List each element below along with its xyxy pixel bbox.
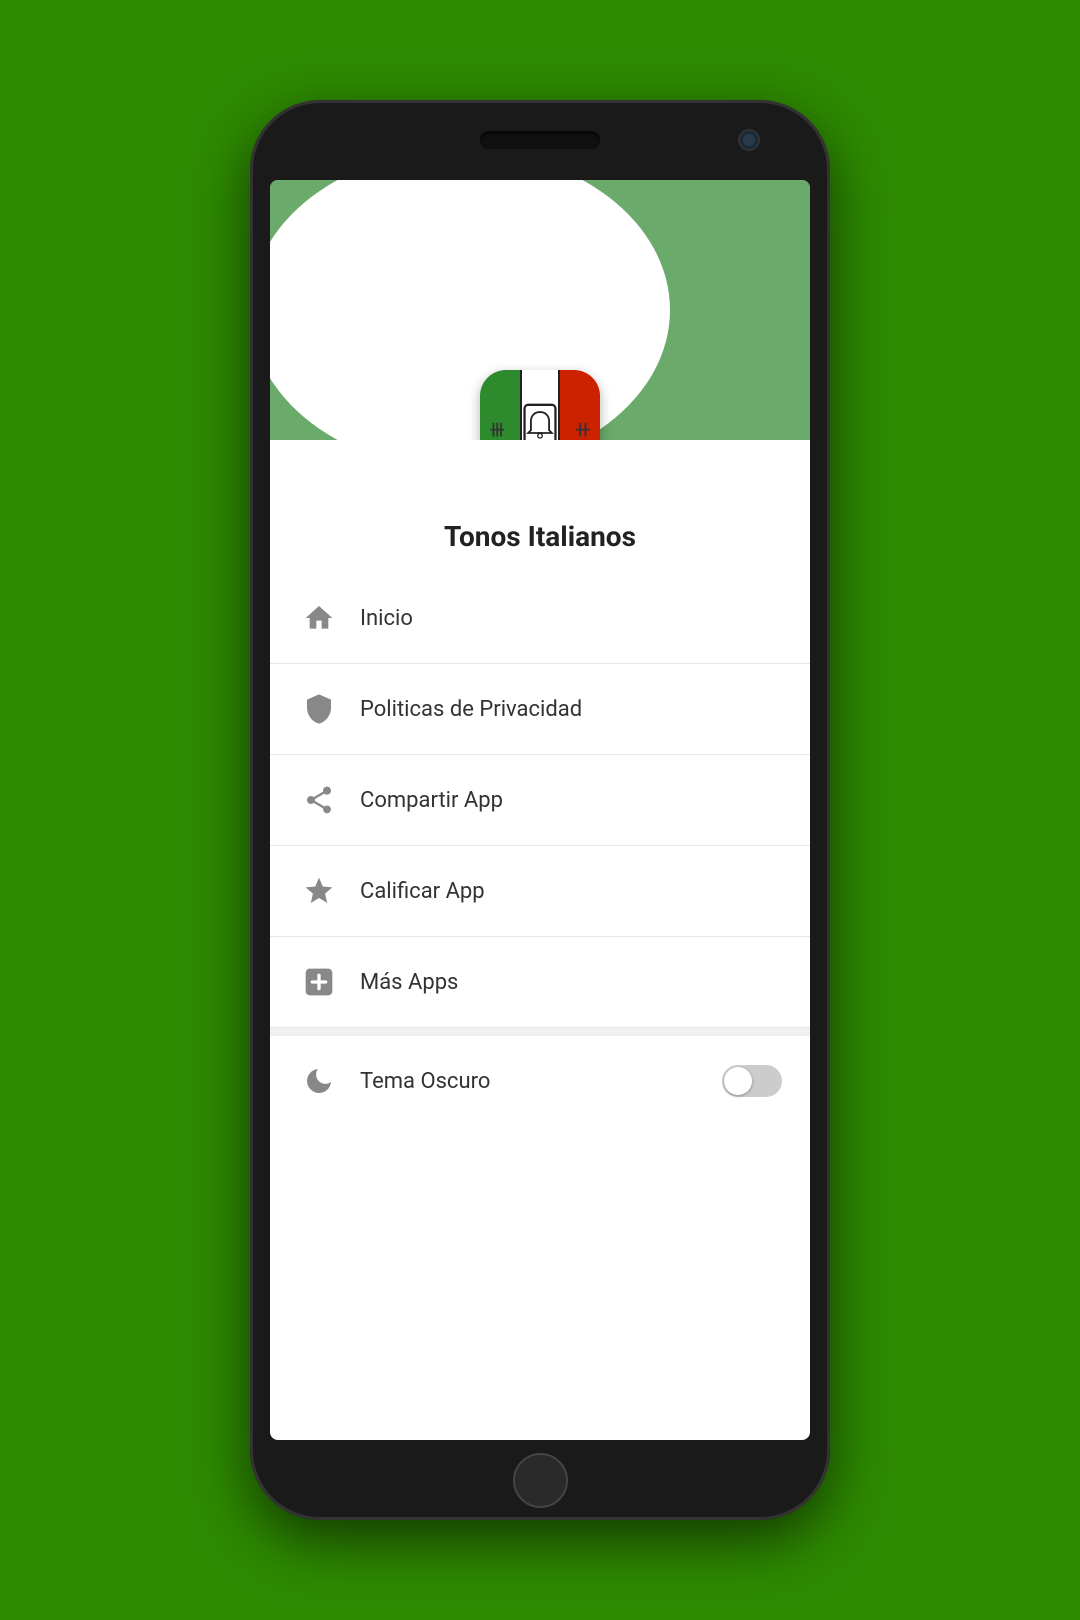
wave-left-icon: ⧻	[488, 418, 506, 441]
menu-item-compartir[interactable]: Compartir App	[270, 755, 810, 846]
shield-icon	[298, 688, 340, 730]
menu-label-inicio: Inicio	[360, 606, 782, 631]
header-curve	[270, 180, 670, 440]
menu-item-calificar[interactable]: Calificar App	[270, 846, 810, 937]
app-title-area: Tonos Italianos	[270, 440, 810, 553]
app-title: Tonos Italianos	[270, 520, 810, 553]
menu-label-tema-oscuro: Tema Oscuro	[360, 1069, 722, 1094]
toggle-knob	[724, 1067, 752, 1095]
camera-dot	[738, 129, 760, 151]
menu-item-mas-apps[interactable]: Más Apps	[270, 937, 810, 1028]
phone-frame: ⧻ ⧺	[250, 100, 830, 1520]
star-icon	[298, 870, 340, 912]
app-icon-container: ⧻ ⧺	[480, 370, 600, 440]
phone-bottom-bar	[250, 1440, 830, 1520]
menu-list: Inicio Politicas de Privacidad Com	[270, 573, 810, 1136]
menu-label-compartir: Compartir App	[360, 788, 782, 813]
share-icon	[298, 779, 340, 821]
section-divider	[270, 1028, 810, 1036]
screen-header: ⧻ ⧺	[270, 180, 810, 440]
menu-item-privacidad[interactable]: Politicas de Privacidad	[270, 664, 810, 755]
app-icon: ⧻ ⧺	[480, 370, 600, 440]
home-button[interactable]	[513, 1453, 568, 1508]
moon-icon	[298, 1060, 340, 1102]
home-icon	[298, 597, 340, 639]
plus-box-icon	[298, 961, 340, 1003]
menu-label-privacidad: Politicas de Privacidad	[360, 697, 782, 722]
bell-icon	[515, 403, 565, 440]
menu-label-mas-apps: Más Apps	[360, 970, 782, 995]
menu-item-inicio[interactable]: Inicio	[270, 573, 810, 664]
menu-label-calificar: Calificar App	[360, 879, 782, 904]
phone-top-bar	[250, 100, 830, 180]
wave-right-icon: ⧺	[574, 418, 592, 441]
menu-item-tema-oscuro[interactable]: Tema Oscuro	[270, 1036, 810, 1126]
speaker-grille	[480, 131, 600, 149]
phone-screen: ⧻ ⧺	[270, 180, 810, 1440]
dark-mode-toggle[interactable]	[722, 1065, 782, 1097]
